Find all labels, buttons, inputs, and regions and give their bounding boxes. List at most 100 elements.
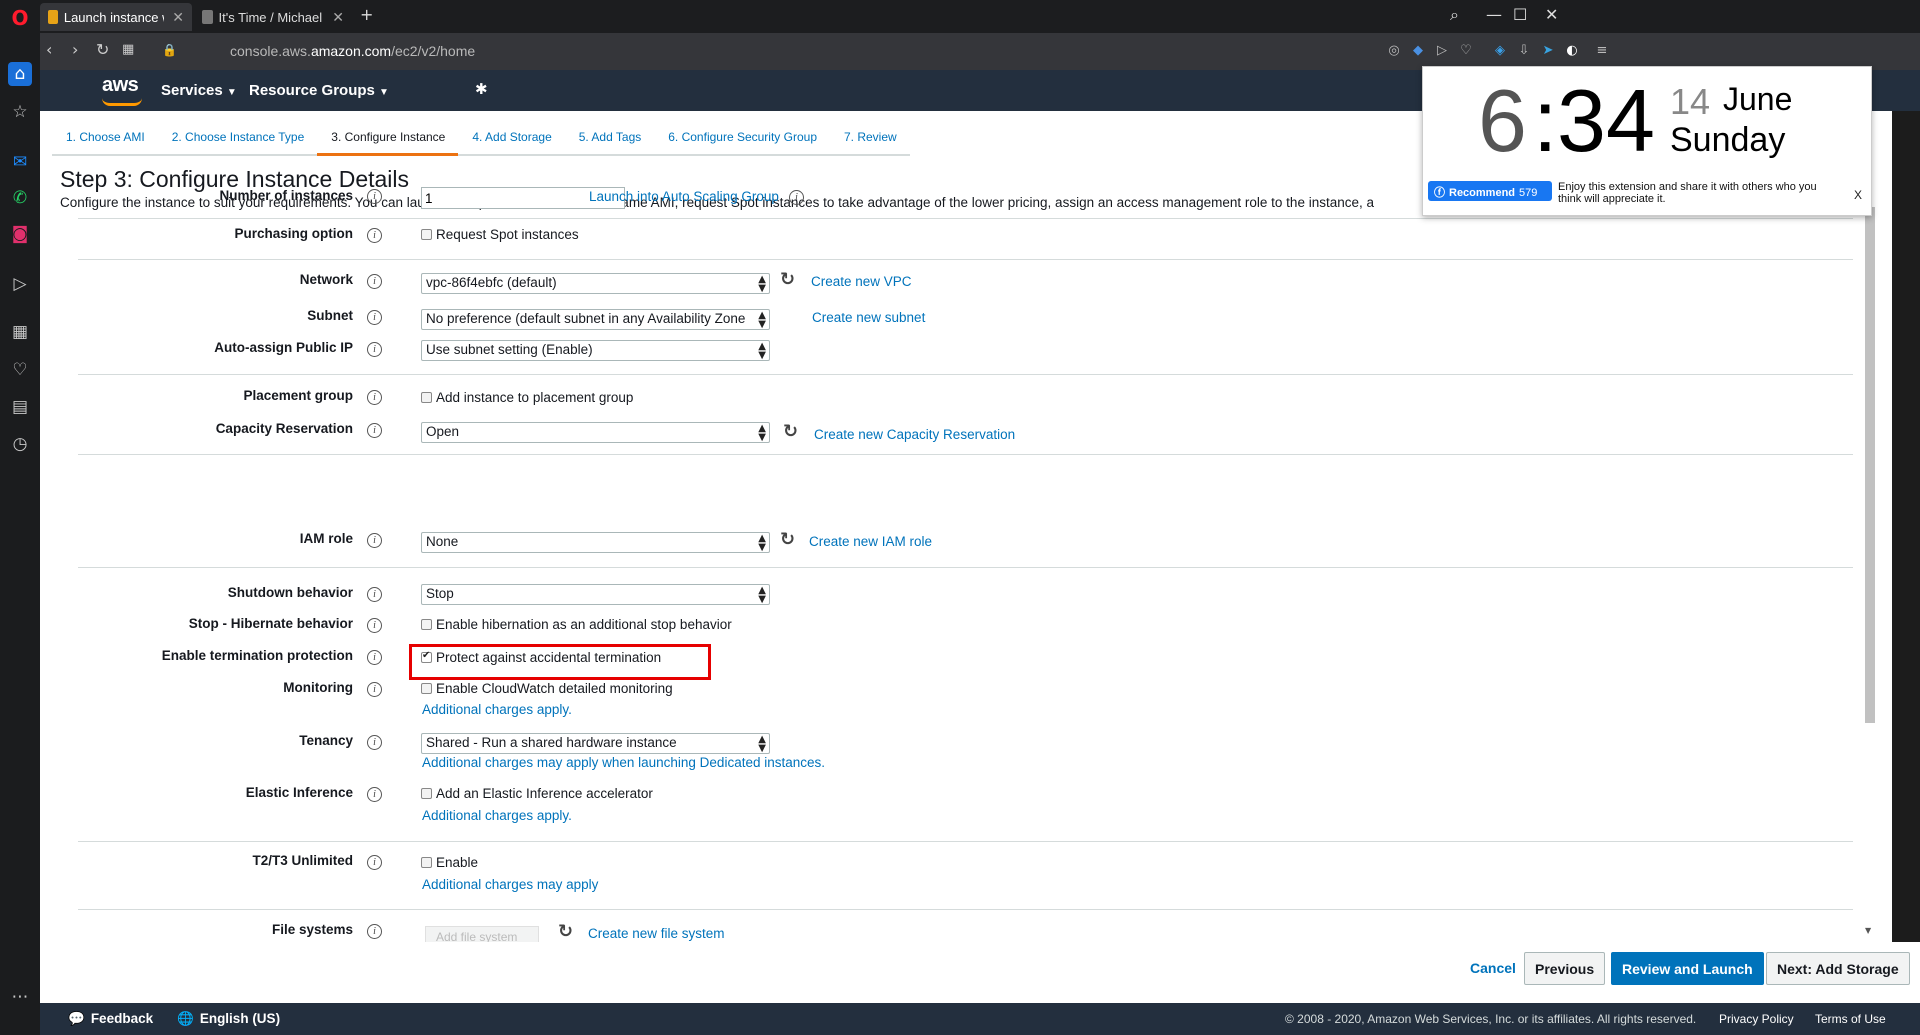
wizard-step-review[interactable]: 7. Review xyxy=(830,121,910,156)
close-window-icon[interactable]: ✕ xyxy=(1545,5,1558,24)
tenancy-select[interactable]: Shared - Run a shared hardware instance ▲… xyxy=(421,733,770,754)
checkbox-icon[interactable] xyxy=(421,683,432,694)
search-tabs-icon[interactable]: ⌕ xyxy=(1450,5,1459,25)
info-icon[interactable]: i xyxy=(367,787,382,802)
tab-close-icon[interactable]: ✕ xyxy=(324,9,344,26)
info-icon[interactable]: i xyxy=(367,735,382,750)
create-capacity-reservation-link[interactable]: Create new Capacity Reservation xyxy=(814,427,1015,442)
scrollbar-thumb[interactable] xyxy=(1865,207,1875,723)
info-icon[interactable]: i xyxy=(367,310,382,325)
info-icon[interactable]: i xyxy=(367,342,382,357)
info-icon[interactable]: i xyxy=(367,423,382,438)
wizard-step-security-group[interactable]: 6. Configure Security Group xyxy=(654,121,830,156)
whatsapp-icon[interactable]: ✆ xyxy=(8,186,32,210)
iam-role-select[interactable]: None ▲ ▼ xyxy=(421,532,770,553)
refresh-icon[interactable]: ↻ xyxy=(558,921,573,942)
messenger-icon[interactable]: ✉ xyxy=(8,150,32,174)
info-icon[interactable]: i xyxy=(367,390,382,405)
checkbox-icon[interactable] xyxy=(421,392,432,403)
opera-logo-icon[interactable]: O xyxy=(8,6,32,30)
info-icon[interactable]: i xyxy=(367,924,382,939)
t2t3-charges-link[interactable]: Additional charges may apply xyxy=(422,877,598,892)
telegram-icon[interactable]: ➤ xyxy=(1540,43,1556,59)
send-icon[interactable]: ▷ xyxy=(8,272,32,296)
history-icon[interactable]: ◷ xyxy=(8,432,32,456)
privacy-policy-link[interactable]: Privacy Policy xyxy=(1719,1012,1794,1026)
create-subnet-link[interactable]: Create new subnet xyxy=(812,310,925,325)
checkbox-icon[interactable] xyxy=(421,857,432,868)
tab-launch-instance[interactable]: Launch instance wizard | ✕ xyxy=(40,3,192,31)
tabs-grid-icon[interactable]: ▦ xyxy=(122,42,134,57)
news-icon[interactable]: ▤ xyxy=(8,395,32,419)
auto-assign-ip-select[interactable]: Use subnet setting (Enable) ▲ ▼ xyxy=(421,340,770,361)
camera-icon[interactable]: ◎ xyxy=(1386,43,1402,59)
extension-icon[interactable]: ◈ xyxy=(1492,43,1508,59)
refresh-icon[interactable]: ↻ xyxy=(780,269,795,290)
elastic-inference-checkbox[interactable]: Add an Elastic Inference accelerator xyxy=(421,786,653,801)
scroll-down-icon[interactable]: ▼ xyxy=(1865,926,1871,935)
home-icon[interactable]: ⌂ xyxy=(8,62,32,86)
wizard-step-choose-ami[interactable]: 1. Choose AMI xyxy=(52,121,158,156)
back-icon[interactable]: ‹ xyxy=(46,40,52,59)
resource-groups-menu[interactable]: Resource Groups ▼ xyxy=(249,82,389,99)
capacity-reservation-select[interactable]: Open ▲ ▼ xyxy=(421,422,770,443)
info-icon[interactable]: i xyxy=(367,618,382,633)
wizard-step-instance-type[interactable]: 2. Choose Instance Type xyxy=(157,121,318,156)
checkbox-icon[interactable] xyxy=(421,619,432,630)
cancel-button[interactable]: Cancel xyxy=(1460,952,1526,985)
scrollbar[interactable]: ▲ ▼ xyxy=(1853,111,1880,942)
info-icon[interactable]: i xyxy=(367,682,382,697)
previous-button[interactable]: Previous xyxy=(1524,952,1606,985)
forward-icon[interactable]: › xyxy=(72,40,78,59)
spot-instances-checkbox[interactable]: Request Spot instances xyxy=(421,227,579,242)
recommend-button[interactable]: ⓕ Recommend 579 xyxy=(1428,181,1552,201)
info-icon[interactable]: i xyxy=(367,855,382,870)
heart-icon[interactable]: ♡ xyxy=(1458,43,1474,59)
wizard-step-add-tags[interactable]: 5. Add Tags xyxy=(564,121,655,156)
feedback-link[interactable]: 💬 Feedback xyxy=(68,1011,153,1027)
hibernate-checkbox[interactable]: Enable hibernation as an additional stop… xyxy=(421,617,732,632)
info-icon[interactable]: i xyxy=(367,587,382,602)
add-file-system-button[interactable]: Add file system xyxy=(425,926,539,942)
wizard-step-add-storage[interactable]: 4. Add Storage xyxy=(458,121,565,156)
info-icon[interactable]: i xyxy=(367,274,382,289)
pin-icon[interactable]: ✱ xyxy=(475,80,488,98)
refresh-icon[interactable]: ↻ xyxy=(783,421,798,442)
info-icon[interactable]: i xyxy=(367,228,382,243)
info-icon[interactable]: i xyxy=(367,189,382,204)
clock-extension-icon[interactable]: ◐ xyxy=(1564,43,1580,59)
shield-icon[interactable]: ◆ xyxy=(1410,43,1426,59)
menu-icon[interactable]: ≡ xyxy=(1594,43,1610,59)
next-add-storage-button[interactable]: Next: Add Storage xyxy=(1766,952,1910,985)
reload-icon[interactable]: ↻ xyxy=(96,40,109,59)
checkbox-icon[interactable] xyxy=(421,229,432,240)
review-and-launch-button[interactable]: Review and Launch xyxy=(1611,952,1764,985)
instagram-icon[interactable]: ◙ xyxy=(8,222,32,246)
network-select[interactable]: vpc-86f4ebfc (default) ▲ ▼ xyxy=(421,273,770,294)
new-tab-icon[interactable]: + xyxy=(360,5,373,24)
create-vpc-link[interactable]: Create new VPC xyxy=(811,274,912,289)
url-field[interactable]: console.aws.amazon.com/ec2/v2/home xyxy=(230,43,475,59)
shutdown-behavior-select[interactable]: Stop ▲ ▼ xyxy=(421,584,770,605)
heart-icon[interactable]: ♡ xyxy=(8,358,32,382)
download-icon[interactable]: ⇩ xyxy=(1516,43,1532,59)
tenancy-charges-link[interactable]: Additional charges may apply when launch… xyxy=(422,755,825,770)
terms-of-use-link[interactable]: Terms of Use xyxy=(1815,1012,1886,1026)
cloudwatch-monitoring-checkbox[interactable]: Enable CloudWatch detailed monitoring xyxy=(421,681,673,696)
tab-close-icon[interactable]: ✕ xyxy=(164,9,184,26)
speed-dial-icon[interactable]: ▦ xyxy=(8,320,32,344)
tab-music[interactable]: It's Time / Michael Bublé ✕ xyxy=(194,3,352,31)
services-menu[interactable]: Services ▼ xyxy=(161,82,237,99)
language-selector[interactable]: 🌐 English (US) xyxy=(177,1011,280,1027)
refresh-icon[interactable]: ↻ xyxy=(780,529,795,550)
send-icon[interactable]: ▷ xyxy=(1434,43,1450,59)
info-icon[interactable]: i xyxy=(367,533,382,548)
auto-scaling-link[interactable]: Launch into Auto Scaling Group xyxy=(589,189,779,204)
t2t3-unlimited-checkbox[interactable]: Enable xyxy=(421,855,478,870)
subnet-select[interactable]: No preference (default subnet in any Ava… xyxy=(421,309,770,330)
info-icon[interactable]: i xyxy=(789,190,804,205)
create-file-system-link[interactable]: Create new file system xyxy=(588,926,725,941)
more-icon[interactable]: ⋯ xyxy=(8,985,32,1009)
bookmarks-icon[interactable]: ☆ xyxy=(8,100,32,124)
close-popup-button[interactable]: X xyxy=(1854,188,1862,202)
